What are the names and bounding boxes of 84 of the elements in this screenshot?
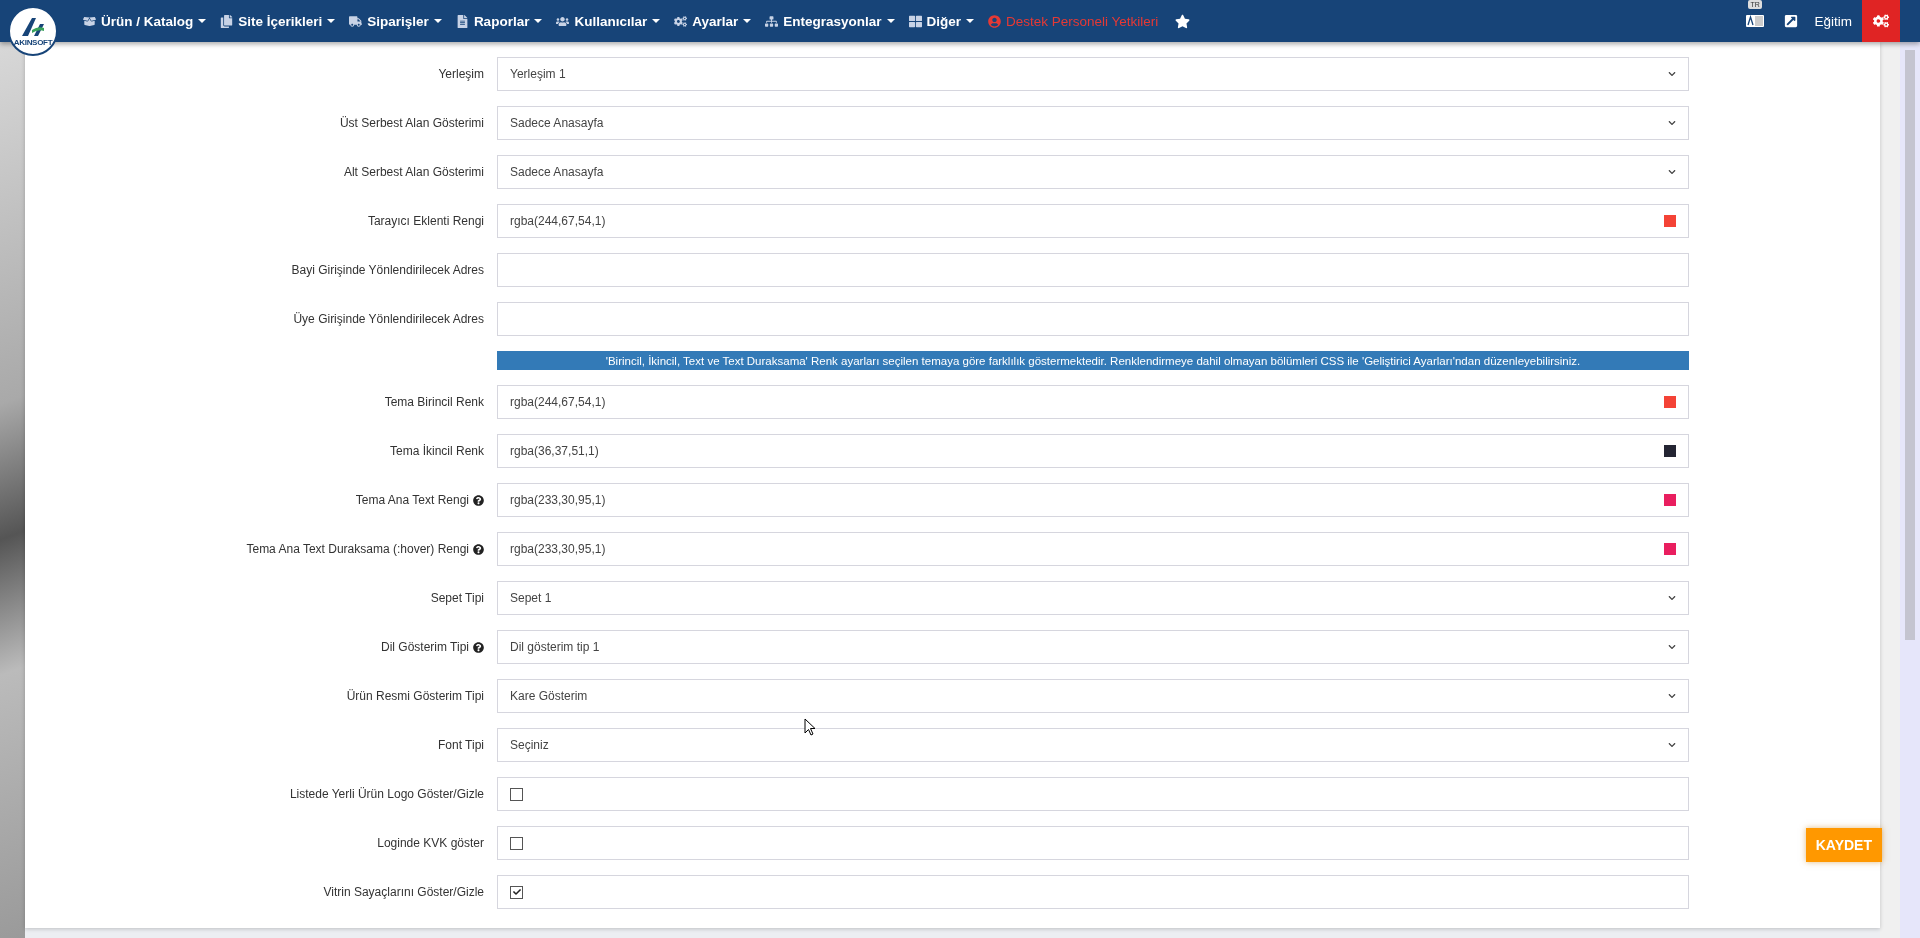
grid-icon <box>908 14 922 28</box>
settings-button[interactable] <box>1862 0 1900 42</box>
field-label: Sepet Tipi <box>430 591 484 605</box>
truck-icon <box>349 14 363 28</box>
select-field[interactable]: Sadece Anasayfa <box>497 155 1689 189</box>
caret-icon <box>652 19 661 23</box>
color-swatch[interactable] <box>1664 396 1676 408</box>
nav-menu-item[interactable]: Raporlar <box>448 0 550 42</box>
help-icon[interactable] <box>473 494 484 506</box>
nav-menu-item[interactable]: Diğer <box>901 0 982 42</box>
field-label: Tema Ana Text Rengi <box>355 493 469 507</box>
caret-icon <box>433 19 442 23</box>
chevron-down-icon <box>1668 168 1676 176</box>
field-label: Üye Girişinde Yönlendirilecek Adres <box>293 312 484 326</box>
checkbox[interactable] <box>510 787 523 801</box>
color-swatch[interactable] <box>1664 494 1676 506</box>
field-label: Listede Yerli Ürün Logo Göster/Gizle <box>289 787 484 801</box>
field-label: Dil Gösterim Tipi <box>381 640 469 654</box>
input-field[interactable] <box>497 302 1689 336</box>
checkbox[interactable] <box>510 836 523 850</box>
help-icon[interactable] <box>473 641 484 653</box>
select-field[interactable]: Sepet 1 <box>497 581 1689 615</box>
field-label: Loginde KVK göster <box>377 836 484 850</box>
color-field[interactable]: rgba(244,67,54,1) <box>497 385 1689 419</box>
field-label: Tarayıcı Eklenti Rengi <box>367 214 484 228</box>
chevron-down-icon <box>1668 692 1676 700</box>
external-link-icon <box>1784 14 1799 28</box>
select-field[interactable]: Seçiniz <box>497 728 1689 762</box>
color-swatch[interactable] <box>1664 445 1676 457</box>
select-field[interactable]: Dil gösterim tip 1 <box>497 630 1689 664</box>
field-label: Vitrin Sayaçlarını Göster/Gizle <box>323 885 484 899</box>
select-field[interactable]: Yerleşim 1 <box>497 57 1689 91</box>
color-swatch[interactable] <box>1664 215 1676 227</box>
field-label: Font Tipi <box>437 738 484 752</box>
field-label: Ürün Resmi Gösterim Tipi <box>346 689 484 703</box>
caret-icon <box>327 19 336 23</box>
field-label: Yerleşim <box>438 67 484 81</box>
nav-menu-item[interactable]: Ayarlar <box>667 0 759 42</box>
select-field[interactable]: Sadece Anasayfa <box>497 106 1689 140</box>
input-field[interactable] <box>497 253 1689 287</box>
nav-menu-item[interactable]: Entegrasyonlar <box>758 0 902 42</box>
star-icon <box>1175 13 1191 29</box>
document-icon <box>455 14 469 28</box>
sitemap-icon <box>765 14 779 28</box>
caret-icon <box>966 19 975 23</box>
nav-menu-item[interactable]: Siparişler <box>342 0 449 42</box>
field-label: Alt Serbest Alan Gösterimi <box>343 165 484 179</box>
field-label: Tema Ana Text Duraksama (:hover) Rengi <box>246 542 469 556</box>
logo[interactable]: AKINSOFT <box>8 6 58 56</box>
scrollbar[interactable] <box>1900 42 1920 938</box>
chevron-down-icon <box>1668 594 1676 602</box>
chevron-down-icon <box>1668 70 1676 78</box>
gears-icon <box>674 14 688 28</box>
chevron-down-icon <box>1668 643 1676 651</box>
color-field[interactable]: rgba(244,67,54,1) <box>497 204 1689 238</box>
color-field[interactable]: rgba(233,30,95,1) <box>497 532 1689 566</box>
caret-icon <box>886 19 895 23</box>
chevron-down-icon <box>1668 119 1676 127</box>
field-label: Tema İkincil Renk <box>389 444 484 458</box>
field-label: Üst Serbest Alan Gösterimi <box>339 116 484 130</box>
field-label: Bayi Girişinde Yönlendirilecek Adres <box>291 263 484 277</box>
users-icon <box>556 14 570 28</box>
caret-icon <box>534 19 543 23</box>
copy-icon <box>220 14 234 28</box>
info-banner: 'Birincil, İkincil, Text ve Text Duraksama' Renk ayarları seçilen temaya göre farklılık göstermektedir. Renklendirmeye dahil olmayan bölümleri CSS ile 'Geliştirici Ayarları'ndan düzenleyebilirsiniz. <box>497 351 1689 370</box>
caret-icon <box>198 19 207 23</box>
settings-icon <box>1873 13 1889 29</box>
checkbox[interactable] <box>510 885 523 899</box>
chevron-down-icon <box>1668 741 1676 749</box>
checkmark-icon <box>512 888 521 896</box>
select-field[interactable]: Kare Gösterim <box>497 679 1689 713</box>
field-label: Tema Birincil Renk <box>384 395 484 409</box>
nav-menu-item[interactable]: Ürün / Katalog <box>76 0 214 42</box>
mouse-cursor-icon <box>804 718 816 736</box>
color-field[interactable]: rgba(233,30,95,1) <box>497 483 1689 517</box>
nav-menu-item[interactable]: Kullanıcılar <box>549 0 668 42</box>
box-icon <box>83 14 96 28</box>
translate-icon <box>1746 15 1765 27</box>
color-swatch[interactable] <box>1664 543 1676 555</box>
help-icon[interactable] <box>473 543 484 555</box>
user-menu[interactable]: Eğitim <box>1808 13 1862 29</box>
caret-icon <box>743 19 752 23</box>
color-field[interactable]: rgba(36,37,51,1) <box>497 434 1689 468</box>
nav-menu-item[interactable]: Site İçerikleri <box>213 0 343 42</box>
